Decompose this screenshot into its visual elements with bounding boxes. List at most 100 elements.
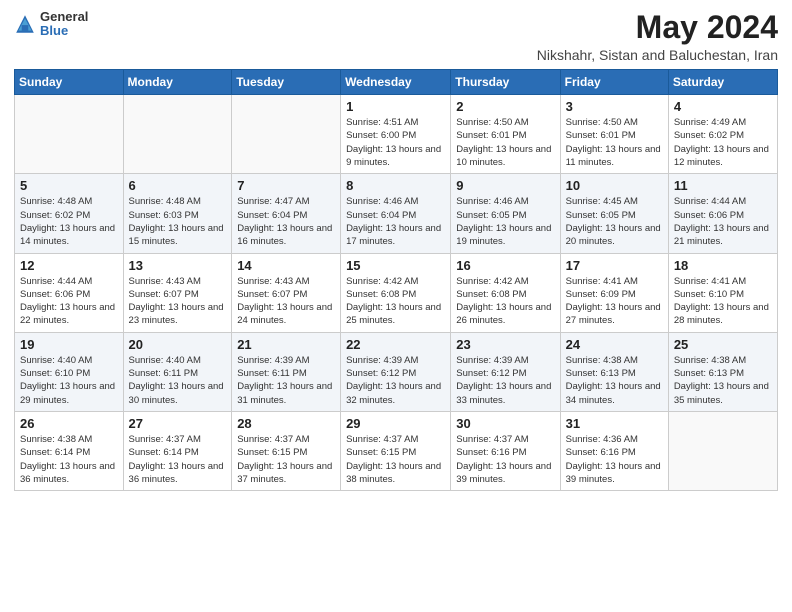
calendar-cell: 3 Sunrise: 4:50 AMSunset: 6:01 PMDaylight…	[560, 95, 668, 174]
calendar-cell: 27 Sunrise: 4:37 AMSunset: 6:14 PMDayligh…	[123, 411, 232, 490]
calendar-cell: 26Sunrise: 4:38 AMSunset: 6:14 PMDayligh…	[15, 411, 124, 490]
calendar-cell: 8 Sunrise: 4:46 AMSunset: 6:04 PMDaylight…	[341, 174, 451, 253]
calendar-cell: 29Sunrise: 4:37 AMSunset: 6:15 PMDayligh…	[341, 411, 451, 490]
day-number: 8	[346, 178, 445, 193]
calendar-cell: 11 Sunrise: 4:44 AMSunset: 6:06 PMDayligh…	[668, 174, 777, 253]
day-number: 12	[20, 258, 118, 273]
col-header-thursday: Thursday	[451, 70, 560, 95]
calendar-cell: 9 Sunrise: 4:46 AMSunset: 6:05 PMDaylight…	[451, 174, 560, 253]
calendar-cell: 7Sunrise: 4:47 AMSunset: 6:04 PMDaylight…	[232, 174, 341, 253]
calendar-cell: 25 Sunrise: 4:38 AMSunset: 6:13 PMDayligh…	[668, 332, 777, 411]
calendar-cell: 16 Sunrise: 4:42 AMSunset: 6:08 PMDayligh…	[451, 253, 560, 332]
logo-general: General	[40, 9, 88, 24]
day-number: 23	[456, 337, 554, 352]
day-info: Sunrise: 4:37 AMSunset: 6:15 PMDaylight:…	[346, 433, 445, 486]
day-number: 22	[346, 337, 445, 352]
calendar-cell: 1Sunrise: 4:51 AMSunset: 6:00 PMDaylight…	[341, 95, 451, 174]
day-number: 31	[566, 416, 663, 431]
day-info: Sunrise: 4:43 AMSunset: 6:07 PMDaylight:…	[237, 275, 335, 328]
day-info: Sunrise: 4:39 AMSunset: 6:12 PMDaylight:…	[346, 354, 445, 407]
day-info: Sunrise: 4:39 AMSunset: 6:12 PMDaylight:…	[456, 354, 554, 407]
day-number: 28	[237, 416, 335, 431]
day-info: Sunrise: 4:44 AMSunset: 6:06 PMDaylight:…	[20, 275, 118, 328]
col-header-monday: Monday	[123, 70, 232, 95]
day-number: 6	[129, 178, 227, 193]
col-header-tuesday: Tuesday	[232, 70, 341, 95]
day-info: Sunrise: 4:48 AMSunset: 6:02 PMDaylight:…	[20, 195, 118, 248]
day-number: 10	[566, 178, 663, 193]
day-number: 30	[456, 416, 554, 431]
calendar-cell: 22 Sunrise: 4:39 AMSunset: 6:12 PMDayligh…	[341, 332, 451, 411]
day-info: Sunrise: 4:47 AMSunset: 6:04 PMDaylight:…	[237, 195, 335, 248]
day-number: 25	[674, 337, 772, 352]
day-number: 3	[566, 99, 663, 114]
calendar-cell: 17Sunrise: 4:41 AMSunset: 6:09 PMDayligh…	[560, 253, 668, 332]
day-info: Sunrise: 4:50 AMSunset: 6:01 PMDaylight:…	[456, 116, 554, 169]
day-number: 11	[674, 178, 772, 193]
calendar-cell: 15 Sunrise: 4:42 AMSunset: 6:08 PMDayligh…	[341, 253, 451, 332]
day-info: Sunrise: 4:41 AMSunset: 6:09 PMDaylight:…	[566, 275, 663, 328]
col-header-wednesday: Wednesday	[341, 70, 451, 95]
calendar-week-row: 1Sunrise: 4:51 AMSunset: 6:00 PMDaylight…	[15, 95, 778, 174]
calendar-cell: 14 Sunrise: 4:43 AMSunset: 6:07 PMDayligh…	[232, 253, 341, 332]
calendar-cell	[232, 95, 341, 174]
day-info: Sunrise: 4:39 AMSunset: 6:11 PMDaylight:…	[237, 354, 335, 407]
calendar-table: SundayMondayTuesdayWednesdayThursdayFrid…	[14, 69, 778, 491]
calendar-cell: 10 Sunrise: 4:45 AMSunset: 6:05 PMDayligh…	[560, 174, 668, 253]
calendar-week-row: 12 Sunrise: 4:44 AMSunset: 6:06 PMDayligh…	[15, 253, 778, 332]
day-info: Sunrise: 4:37 AMSunset: 6:16 PMDaylight:…	[456, 433, 554, 486]
logo-text: General Blue	[40, 10, 88, 39]
day-info: Sunrise: 4:42 AMSunset: 6:08 PMDaylight:…	[456, 275, 554, 328]
day-number: 13	[129, 258, 227, 273]
calendar-cell: 24Sunrise: 4:38 AMSunset: 6:13 PMDayligh…	[560, 332, 668, 411]
day-number: 2	[456, 99, 554, 114]
day-info: Sunrise: 4:37 AMSunset: 6:14 PMDaylight:…	[129, 433, 227, 486]
day-info: Sunrise: 4:40 AMSunset: 6:11 PMDaylight:…	[129, 354, 227, 407]
day-number: 18	[674, 258, 772, 273]
col-header-friday: Friday	[560, 70, 668, 95]
month-year: May 2024	[537, 10, 778, 45]
calendar-cell: 6 Sunrise: 4:48 AMSunset: 6:03 PMDaylight…	[123, 174, 232, 253]
day-info: Sunrise: 4:38 AMSunset: 6:13 PMDaylight:…	[674, 354, 772, 407]
day-info: Sunrise: 4:51 AMSunset: 6:00 PMDaylight:…	[346, 116, 445, 169]
day-info: Sunrise: 4:48 AMSunset: 6:03 PMDaylight:…	[129, 195, 227, 248]
day-info: Sunrise: 4:38 AMSunset: 6:13 PMDaylight:…	[566, 354, 663, 407]
day-info: Sunrise: 4:38 AMSunset: 6:14 PMDaylight:…	[20, 433, 118, 486]
col-header-saturday: Saturday	[668, 70, 777, 95]
calendar-cell: 12 Sunrise: 4:44 AMSunset: 6:06 PMDayligh…	[15, 253, 124, 332]
day-info: Sunrise: 4:46 AMSunset: 6:04 PMDaylight:…	[346, 195, 445, 248]
day-info: Sunrise: 4:49 AMSunset: 6:02 PMDaylight:…	[674, 116, 772, 169]
day-info: Sunrise: 4:37 AMSunset: 6:15 PMDaylight:…	[237, 433, 335, 486]
day-number: 19	[20, 337, 118, 352]
calendar-cell: 23 Sunrise: 4:39 AMSunset: 6:12 PMDayligh…	[451, 332, 560, 411]
logo-icon	[14, 13, 36, 35]
calendar-cell: 28 Sunrise: 4:37 AMSunset: 6:15 PMDayligh…	[232, 411, 341, 490]
title-section: May 2024 Nikshahr, Sistan and Baluchesta…	[537, 10, 778, 63]
day-info: Sunrise: 4:46 AMSunset: 6:05 PMDaylight:…	[456, 195, 554, 248]
calendar-cell: 31Sunrise: 4:36 AMSunset: 6:16 PMDayligh…	[560, 411, 668, 490]
calendar-cell	[668, 411, 777, 490]
day-number: 9	[456, 178, 554, 193]
day-info: Sunrise: 4:43 AMSunset: 6:07 PMDaylight:…	[129, 275, 227, 328]
day-number: 14	[237, 258, 335, 273]
calendar-week-row: 26Sunrise: 4:38 AMSunset: 6:14 PMDayligh…	[15, 411, 778, 490]
calendar-cell	[123, 95, 232, 174]
day-number: 16	[456, 258, 554, 273]
day-number: 27	[129, 416, 227, 431]
day-info: Sunrise: 4:44 AMSunset: 6:06 PMDaylight:…	[674, 195, 772, 248]
day-info: Sunrise: 4:42 AMSunset: 6:08 PMDaylight:…	[346, 275, 445, 328]
logo-blue: Blue	[40, 23, 68, 38]
header: General Blue May 2024 Nikshahr, Sistan a…	[14, 10, 778, 63]
col-header-sunday: Sunday	[15, 70, 124, 95]
day-info: Sunrise: 4:45 AMSunset: 6:05 PMDaylight:…	[566, 195, 663, 248]
calendar-cell: 13 Sunrise: 4:43 AMSunset: 6:07 PMDayligh…	[123, 253, 232, 332]
calendar-cell: 21Sunrise: 4:39 AMSunset: 6:11 PMDayligh…	[232, 332, 341, 411]
day-number: 20	[129, 337, 227, 352]
calendar-week-row: 5Sunrise: 4:48 AMSunset: 6:02 PMDaylight…	[15, 174, 778, 253]
day-info: Sunrise: 4:50 AMSunset: 6:01 PMDaylight:…	[566, 116, 663, 169]
calendar-cell: 2 Sunrise: 4:50 AMSunset: 6:01 PMDaylight…	[451, 95, 560, 174]
calendar-cell: 4Sunrise: 4:49 AMSunset: 6:02 PMDaylight…	[668, 95, 777, 174]
day-number: 15	[346, 258, 445, 273]
page: General Blue May 2024 Nikshahr, Sistan a…	[0, 0, 792, 612]
location: Nikshahr, Sistan and Baluchestan, Iran	[537, 47, 778, 63]
